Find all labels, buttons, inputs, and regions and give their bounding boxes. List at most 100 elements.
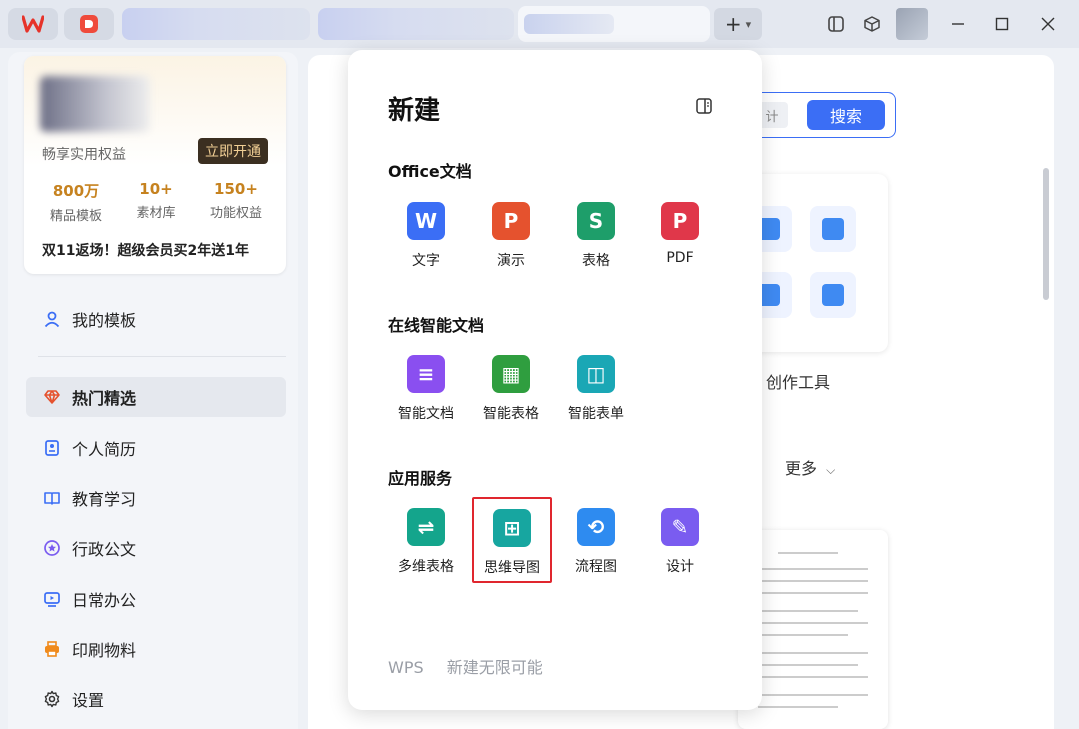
sidebar-toggle-icon[interactable] bbox=[824, 12, 848, 36]
vip-stat-value: 150+ bbox=[214, 180, 258, 198]
wps-logo-button[interactable] bbox=[8, 8, 58, 40]
sidebar-item-label: 我的模板 bbox=[72, 311, 137, 330]
multidim-table-icon: ⇌ bbox=[407, 508, 445, 546]
vip-stat: 10+ 素材库 bbox=[116, 180, 196, 221]
app-label: 设计 bbox=[666, 559, 694, 575]
search-button[interactable]: 搜索 bbox=[807, 100, 885, 130]
scrollbar[interactable] bbox=[1043, 168, 1049, 300]
tab-blurred-1[interactable] bbox=[122, 8, 310, 40]
sidebar-item-label: 行政公文 bbox=[72, 540, 137, 559]
minimize-icon[interactable] bbox=[946, 12, 970, 36]
creation-tools-label: 创作工具 bbox=[766, 373, 831, 392]
title-bar: + ▾ bbox=[0, 0, 1079, 48]
new-tab-button[interactable]: + ▾ bbox=[714, 8, 762, 40]
app-label: 思维导图 bbox=[484, 560, 540, 576]
app-label: 流程图 bbox=[575, 559, 617, 575]
diamond-icon bbox=[42, 387, 62, 407]
sidebar-item-label: 设置 bbox=[72, 691, 105, 710]
app-label: 表格 bbox=[582, 253, 610, 269]
resume-icon bbox=[42, 438, 62, 458]
tool-icon[interactable] bbox=[810, 206, 856, 252]
book-icon bbox=[42, 488, 62, 508]
sidebar-item-label: 热门精选 bbox=[72, 389, 137, 408]
design-icon: ✎ bbox=[661, 508, 699, 546]
new-design-button[interactable]: ✎ 设计 bbox=[640, 498, 720, 584]
writer-icon: W bbox=[407, 202, 445, 240]
close-icon[interactable] bbox=[1036, 12, 1060, 36]
vip-stat-label: 素材库 bbox=[136, 206, 176, 221]
vip-stat: 800万 精品模板 bbox=[36, 180, 116, 224]
sidebar-item-office[interactable]: 日常办公 bbox=[26, 579, 286, 619]
new-presentation-button[interactable]: P 演示 bbox=[471, 192, 551, 278]
sidebar-item-my-templates[interactable]: 我的模板 bbox=[26, 299, 286, 339]
sidebar-item-hot[interactable]: 热门精选 bbox=[26, 377, 286, 417]
new-writer-button[interactable]: W 文字 bbox=[386, 192, 466, 278]
vip-stat-label: 功能权益 bbox=[209, 206, 262, 221]
new-mindmap-button[interactable]: ⊞ 思维导图 bbox=[472, 497, 552, 583]
vip-card[interactable]: 畅享实用权益 立即开通 800万 精品模板 10+ 素材库 150+ 功能权益 … bbox=[24, 56, 286, 274]
new-flowchart-button[interactable]: ⟲ 流程图 bbox=[556, 498, 636, 584]
app-label: 多维表格 bbox=[398, 559, 454, 575]
user-avatar[interactable] bbox=[896, 8, 928, 40]
vip-stat-value: 800万 bbox=[52, 182, 100, 200]
tab-active[interactable] bbox=[518, 6, 710, 42]
vip-stat-label: 精品模板 bbox=[49, 209, 102, 224]
cube-icon[interactable] bbox=[860, 12, 884, 36]
vip-stat: 150+ 功能权益 bbox=[196, 180, 276, 221]
section-title-office: Office文档 bbox=[388, 162, 472, 181]
badge-icon bbox=[42, 538, 62, 558]
app-label: PDF bbox=[666, 250, 694, 266]
tool-icon[interactable] bbox=[810, 272, 856, 318]
wps-pdf-tab[interactable] bbox=[64, 8, 114, 40]
presentation-icon: P bbox=[492, 202, 530, 240]
smart-form-icon: ◫ bbox=[577, 355, 615, 393]
sidebar: 畅享实用权益 立即开通 800万 精品模板 10+ 素材库 150+ 功能权益 … bbox=[8, 52, 298, 729]
sidebar-item-settings[interactable]: 设置 bbox=[26, 679, 286, 719]
app-label: 演示 bbox=[497, 253, 525, 269]
vip-avatar-blurred bbox=[40, 76, 150, 132]
pdf-icon: P bbox=[661, 202, 699, 240]
app-label: 智能表格 bbox=[483, 406, 539, 422]
vip-stat-value: 10+ bbox=[139, 180, 173, 198]
sidebar-item-label: 个人简历 bbox=[72, 440, 137, 459]
popup-title: 新建 bbox=[388, 96, 441, 126]
chevron-down-icon[interactable]: ▾ bbox=[746, 18, 752, 31]
footer-slogan: 新建无限可能 bbox=[446, 658, 543, 677]
maximize-icon[interactable] bbox=[990, 12, 1014, 36]
monitor-icon bbox=[42, 589, 62, 609]
new-smart-doc-button[interactable]: ≡ 智能文档 bbox=[386, 345, 466, 431]
wps-logo-icon bbox=[22, 15, 44, 33]
new-multidim-table-button[interactable]: ⇌ 多维表格 bbox=[386, 498, 466, 584]
more-link[interactable]: 更多 ⌵ bbox=[785, 455, 835, 479]
sidebar-item-label: 印刷物料 bbox=[72, 641, 137, 660]
wps-pdf-icon bbox=[80, 15, 98, 33]
sidebar-item-print[interactable]: 印刷物料 bbox=[26, 629, 286, 669]
vip-promo[interactable]: 双11返场！超级会员买2年送1年 bbox=[42, 240, 249, 260]
more-label: 更多 bbox=[785, 459, 818, 478]
sidebar-item-education[interactable]: 教育学习 bbox=[26, 478, 286, 518]
sidebar-item-resume[interactable]: 个人简历 bbox=[26, 428, 286, 468]
user-icon bbox=[42, 309, 62, 329]
chevron-down-icon: ⌵ bbox=[826, 463, 836, 477]
new-smart-form-button[interactable]: ◫ 智能表单 bbox=[556, 345, 636, 431]
new-document-popup: 新建 Office文档 W 文字 P 演示 S 表格 P PDF 在线智能文档 … bbox=[348, 50, 762, 710]
new-pdf-button[interactable]: P PDF bbox=[640, 192, 720, 278]
sidebar-item-label: 教育学习 bbox=[72, 490, 137, 509]
app-label: 智能表单 bbox=[568, 406, 624, 422]
app-label: 智能文档 bbox=[398, 406, 454, 422]
divider bbox=[38, 356, 286, 357]
tab-blurred-2[interactable] bbox=[318, 8, 514, 40]
popup-footer: WPS 新建无限可能 bbox=[388, 654, 561, 678]
panel-toggle-icon[interactable] bbox=[694, 96, 714, 116]
smart-doc-icon: ≡ bbox=[407, 355, 445, 393]
mindmap-icon: ⊞ bbox=[493, 509, 531, 547]
smart-sheet-icon: ▦ bbox=[492, 355, 530, 393]
vip-open-button[interactable]: 立即开通 bbox=[198, 138, 268, 164]
new-smart-sheet-button[interactable]: ▦ 智能表格 bbox=[471, 345, 551, 431]
sidebar-item-admin[interactable]: 行政公文 bbox=[26, 528, 286, 568]
app-label: 文字 bbox=[412, 253, 440, 269]
spreadsheet-icon: S bbox=[577, 202, 615, 240]
new-spreadsheet-button[interactable]: S 表格 bbox=[556, 192, 636, 278]
footer-brand: WPS bbox=[388, 658, 424, 677]
printer-icon bbox=[42, 639, 62, 659]
